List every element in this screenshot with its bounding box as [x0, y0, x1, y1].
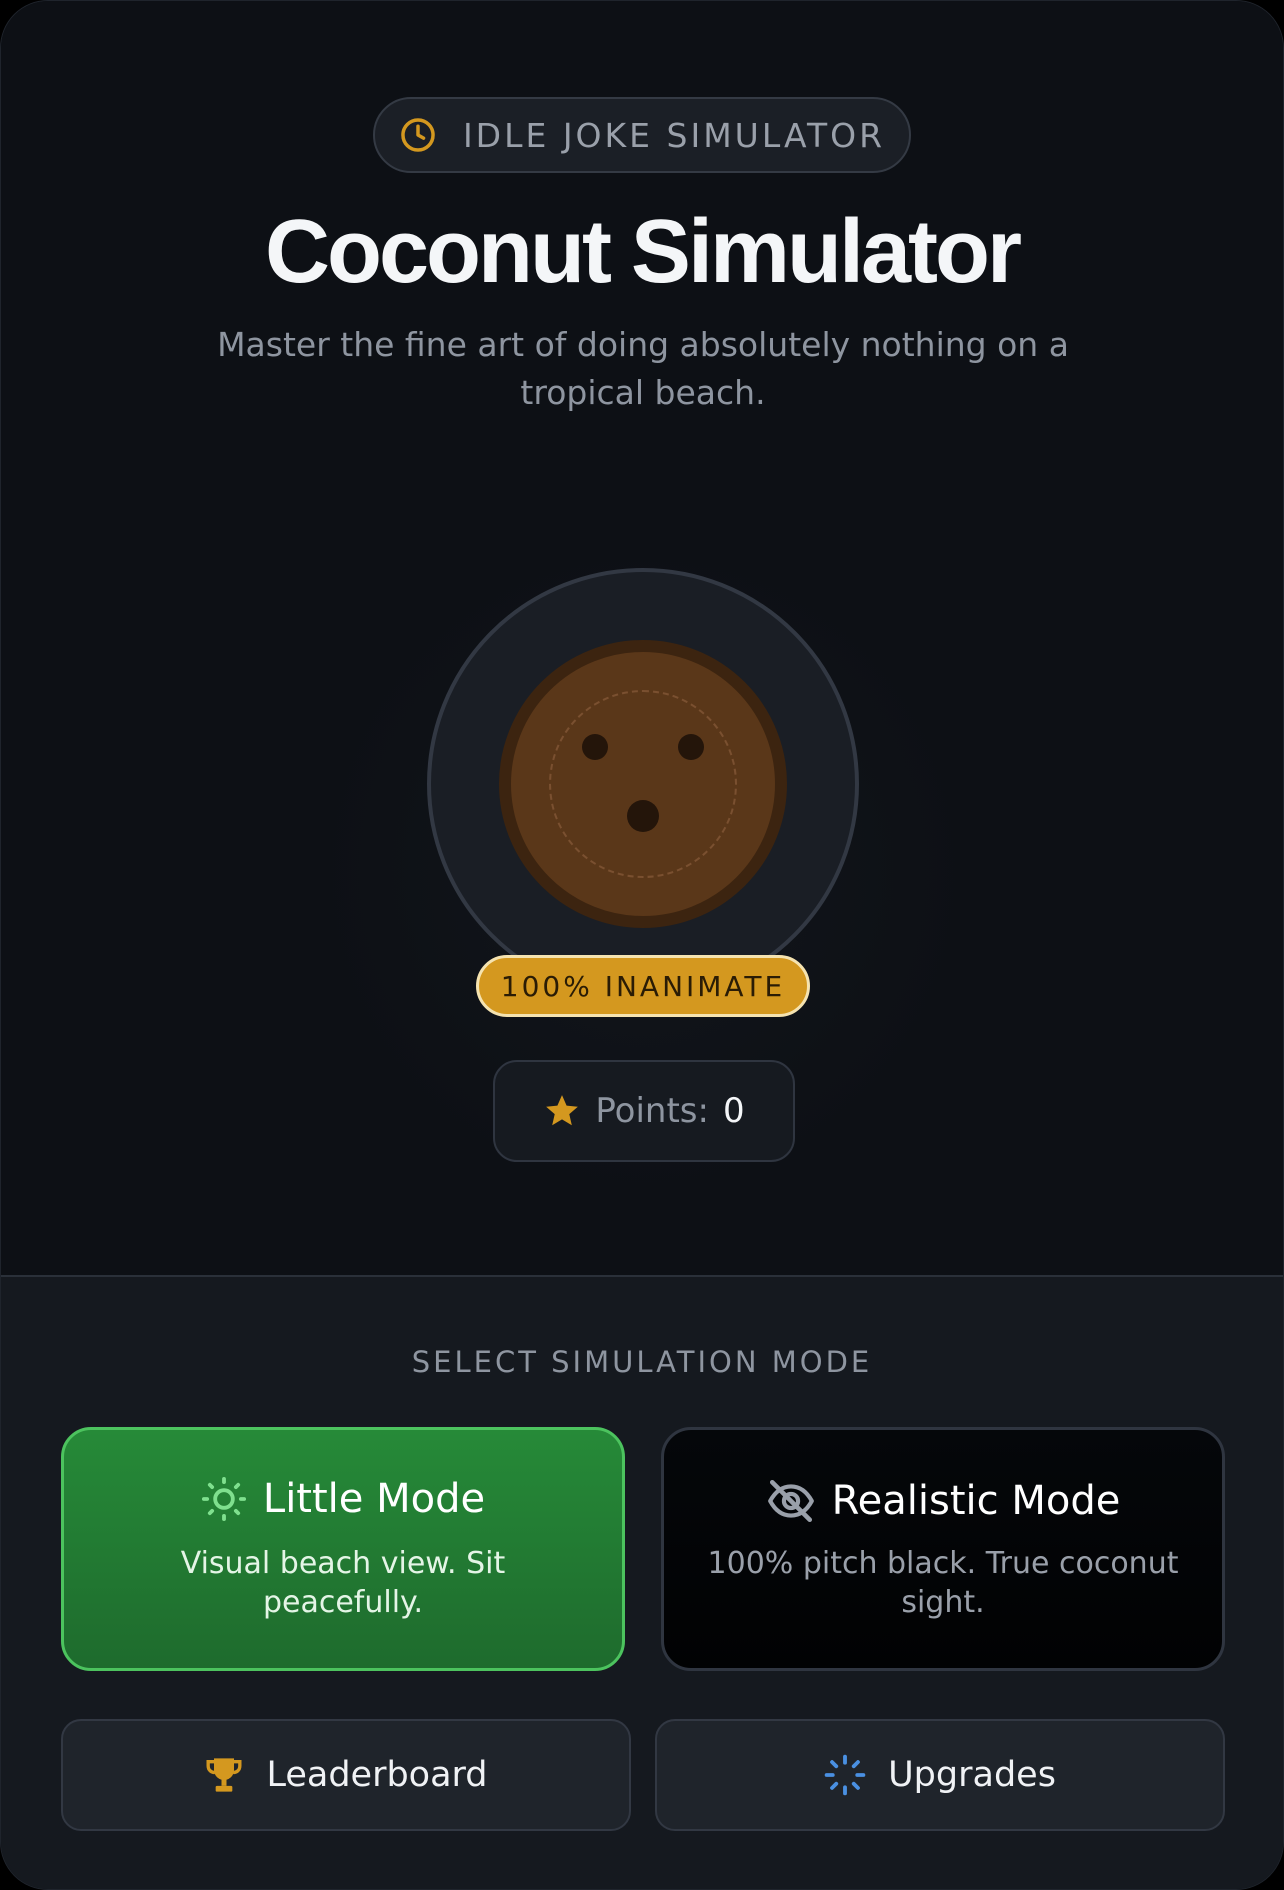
loader-icon: [824, 1754, 866, 1796]
status-badge: 100% INANIMATE: [476, 955, 810, 1017]
category-pill-label: IDLE JOKE SIMULATOR: [462, 115, 886, 155]
points-label: Points:: [595, 1091, 709, 1131]
points-display: Points: 0: [493, 1060, 795, 1162]
leaderboard-button[interactable]: Leaderboard: [61, 1719, 631, 1831]
coconut-dashed-outline: [549, 690, 737, 878]
little-mode-title: Little Mode: [262, 1476, 486, 1522]
sun-icon: [201, 1476, 246, 1522]
category-pill: IDLE JOKE SIMULATOR: [373, 97, 911, 173]
little-mode-button[interactable]: Little Mode Visual beach view. Sit peace…: [61, 1427, 625, 1671]
upgrades-label: Upgrades: [888, 1755, 1056, 1795]
realistic-mode-description: 100% pitch black. True coconut sight.: [707, 1546, 1179, 1620]
realistic-mode-button[interactable]: Realistic Mode 100% pitch black. True co…: [661, 1427, 1225, 1671]
page-subtitle: Master the fine art of doing absolutely …: [217, 325, 1069, 412]
hero-section: IDLE JOKE SIMULATOR Coconut Simulator Ma…: [1, 1, 1283, 1277]
little-mode-header: Little Mode: [64, 1476, 622, 1522]
coconut-eye-left: [582, 734, 608, 760]
realistic-mode-header: Realistic Mode: [664, 1476, 1222, 1526]
section-label: SELECT SIMULATION MODE: [411, 1345, 873, 1379]
trophy-icon: [206, 1758, 242, 1792]
coconut-mouth: [627, 800, 659, 832]
points-value: 0: [722, 1091, 745, 1131]
realistic-mode-title: Realistic Mode: [831, 1478, 1121, 1524]
eye-off-icon: [767, 1479, 814, 1523]
clock-icon: [401, 118, 435, 152]
upgrades-button[interactable]: Upgrades: [655, 1719, 1225, 1831]
little-mode-description: Visual beach view. Sit peacefully.: [180, 1546, 506, 1620]
coconut-eye-right: [678, 734, 704, 760]
star-icon: [546, 1095, 579, 1126]
page-title: Coconut Simulator: [265, 202, 1022, 302]
leaderboard-label: Leaderboard: [266, 1755, 488, 1795]
app-screen: IDLE JOKE SIMULATOR Coconut Simulator Ma…: [0, 0, 1284, 1890]
mode-panel: SELECT SIMULATION MODE Little Mode Visua…: [1, 1275, 1283, 1889]
